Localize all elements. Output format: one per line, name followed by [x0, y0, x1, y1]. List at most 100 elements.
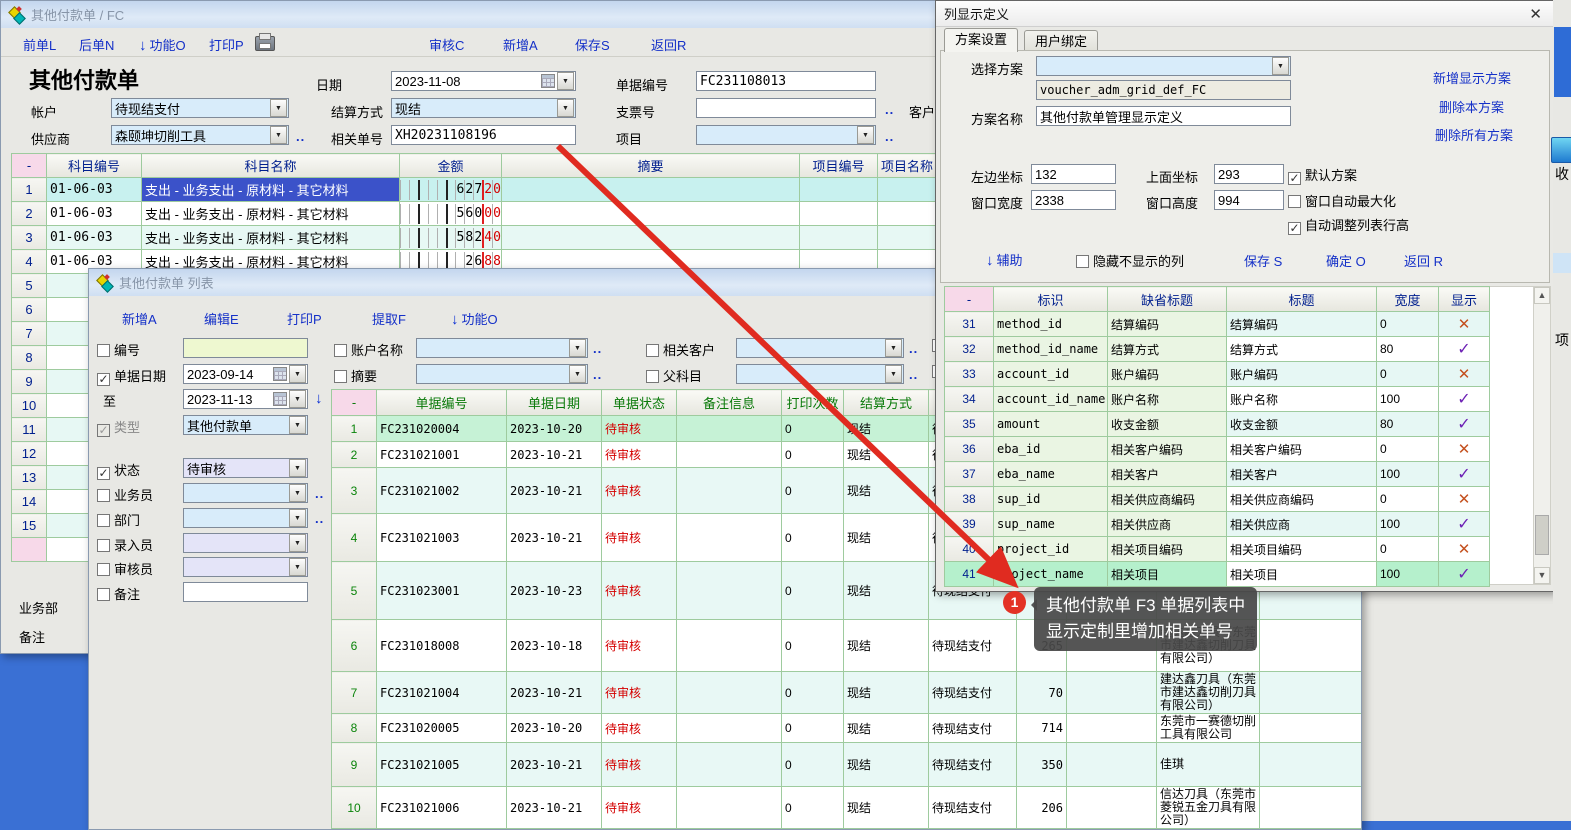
salesman-lookup-button[interactable]: .. [315, 486, 324, 501]
cell-print-count[interactable]: 0 [782, 442, 844, 468]
cell-field-id[interactable]: account_id [994, 362, 1108, 387]
cell-subject-name[interactable]: 支出 - 业务支出 - 原材料 - 其它材料 [142, 178, 400, 202]
cell-amount[interactable]: 58240 [400, 226, 502, 250]
cell-field-id[interactable]: method_id [994, 312, 1108, 337]
cell-width[interactable]: 100 [1377, 512, 1439, 537]
cell-doc-date[interactable]: 2023-10-18 [507, 620, 602, 672]
cell-settle-method[interactable]: 现结 [844, 672, 929, 714]
cell-doc-date[interactable]: 2023-10-21 [507, 442, 602, 468]
filter-summary[interactable]: 摘要 [334, 366, 377, 385]
cell-supplier[interactable]: 信达刀具（东莞市菱锐五金刀具有限公司） [1157, 787, 1260, 829]
row-number[interactable]: 1 [332, 416, 377, 442]
back-button[interactable]: 返回R [651, 35, 686, 54]
row-number[interactable]: 7 [332, 672, 377, 714]
row-number[interactable]: 41 [945, 562, 994, 587]
cell-print-count[interactable]: 0 [782, 714, 844, 743]
supplier-lookup-button[interactable]: .. [296, 129, 305, 144]
cell-width[interactable]: 0 [1377, 312, 1439, 337]
cell-field-id[interactable]: amount [994, 412, 1108, 437]
cell-project-code[interactable] [800, 226, 878, 250]
column-header[interactable]: 科目编号 [47, 154, 142, 178]
cell-settle-method[interactable]: 现结 [844, 562, 929, 620]
row-number[interactable]: 10 [332, 787, 377, 829]
cell-status[interactable]: 待审核 [602, 514, 677, 562]
filter-parent-select[interactable]: ▼ [736, 364, 904, 384]
prev-voucher-button[interactable]: 前单L [23, 35, 56, 54]
filter-remark[interactable]: 备注 [97, 584, 140, 603]
win-width-input[interactable]: 2338 [1031, 190, 1116, 210]
row-number[interactable]: 10 [12, 394, 47, 418]
auto-maximize-checkbox[interactable]: 窗口自动最大化 [1288, 191, 1396, 210]
close-icon[interactable]: ✕ [1525, 5, 1546, 23]
cell-account-name[interactable]: 待现结支付 [929, 714, 1017, 743]
cell-default-title[interactable]: 相关项目 [1108, 562, 1227, 587]
cell-project-name[interactable] [878, 202, 937, 226]
apply-filter-arrow-icon[interactable]: ↓ [315, 390, 323, 407]
cell-customer[interactable] [1067, 743, 1157, 787]
scrollbar-thumb[interactable] [1535, 515, 1549, 555]
cell-show-flag[interactable]: ✓ [1439, 462, 1490, 487]
dropdown-icon[interactable]: ▼ [557, 99, 574, 117]
row-number[interactable]: 6 [12, 298, 47, 322]
cell-doc-date[interactable]: 2023-10-21 [507, 672, 602, 714]
cell-default-title[interactable]: 结算编码 [1108, 312, 1227, 337]
row-number[interactable]: 39 [945, 512, 994, 537]
cell-show-flag[interactable]: ✓ [1439, 387, 1490, 412]
cell-project-name[interactable] [878, 178, 937, 202]
cell-default-title[interactable]: 相关项目编码 [1108, 537, 1227, 562]
scheme-select[interactable]: ▼ [1036, 56, 1291, 76]
row-number[interactable]: 7 [12, 322, 47, 346]
cell-width[interactable]: 100 [1377, 387, 1439, 412]
cell-amount[interactable]: 70 [1017, 672, 1067, 714]
row-number[interactable]: 5 [332, 562, 377, 620]
cell-account-name[interactable]: 待现结支付 [929, 787, 1017, 829]
column-header[interactable]: 打印次数 [782, 390, 844, 416]
add-scheme-link[interactable]: 新增显示方案 [1433, 68, 1511, 87]
tab-user-binding[interactable]: 用户绑定 [1024, 30, 1098, 52]
delete-scheme-link[interactable]: 删除本方案 [1439, 97, 1504, 116]
cell-remark[interactable] [677, 787, 782, 829]
print-button[interactable]: 打印P [209, 35, 244, 54]
list-function-button[interactable]: ↓功能O [451, 309, 498, 328]
cell-default-title[interactable]: 相关供应商 [1108, 512, 1227, 537]
column-header[interactable]: 结算方式 [844, 390, 929, 416]
add-button[interactable]: 新增A [503, 35, 538, 54]
cell-title[interactable]: 账户名称 [1227, 387, 1377, 412]
cell-doc-date[interactable]: 2023-10-23 [507, 562, 602, 620]
cell-doc-no[interactable]: FC231020004 [377, 416, 507, 442]
cell-width[interactable]: 0 [1377, 537, 1439, 562]
row-number[interactable]: 4 [12, 250, 47, 274]
row-number[interactable]: 4 [332, 514, 377, 562]
cell-memo[interactable] [502, 202, 800, 226]
cell-amount[interactable]: 350 [1017, 743, 1067, 787]
cell-remark[interactable] [677, 743, 782, 787]
cell-memo[interactable] [502, 226, 800, 250]
cell-remark[interactable] [677, 562, 782, 620]
cell-show-flag[interactable]: ✓ [1439, 337, 1490, 362]
row-number[interactable]: 6 [332, 620, 377, 672]
dialog-ok-button[interactable]: 确定 O [1326, 251, 1366, 270]
cell-status[interactable]: 待审核 [602, 672, 677, 714]
cell-project[interactable] [1260, 714, 1362, 743]
cell-field-id[interactable]: method_id_name [994, 337, 1108, 362]
column-header[interactable]: 摘要 [502, 154, 800, 178]
dialog-scrollbar[interactable]: ▲ ▼ [1533, 286, 1551, 585]
cell-status[interactable]: 待审核 [602, 787, 677, 829]
cell-status[interactable]: 待审核 [602, 468, 677, 514]
parent-lookup-button[interactable]: .. [909, 367, 918, 382]
scheme-name-input[interactable]: 其他付款单管理显示定义 [1036, 106, 1291, 126]
cell-status[interactable]: 待审核 [602, 743, 677, 787]
default-scheme-checkbox[interactable]: 默认方案 [1288, 165, 1357, 185]
column-header[interactable]: 项目名称 [878, 154, 937, 178]
audit-button[interactable]: 审核C [429, 35, 464, 54]
filter-account[interactable]: 账户名称 [334, 340, 403, 359]
customer-lookup-button[interactable]: .. [909, 341, 918, 356]
row-number[interactable]: 37 [945, 462, 994, 487]
delete-all-schemes-link[interactable]: 删除所有方案 [1435, 125, 1513, 144]
dept-lookup-button[interactable]: .. [315, 511, 324, 526]
cell-field-id[interactable]: project_id [994, 537, 1108, 562]
top-coord-input[interactable]: 293 [1214, 164, 1284, 184]
printer-icon[interactable] [255, 36, 275, 51]
cell-width[interactable]: 100 [1377, 462, 1439, 487]
cell-status[interactable]: 待审核 [602, 714, 677, 743]
